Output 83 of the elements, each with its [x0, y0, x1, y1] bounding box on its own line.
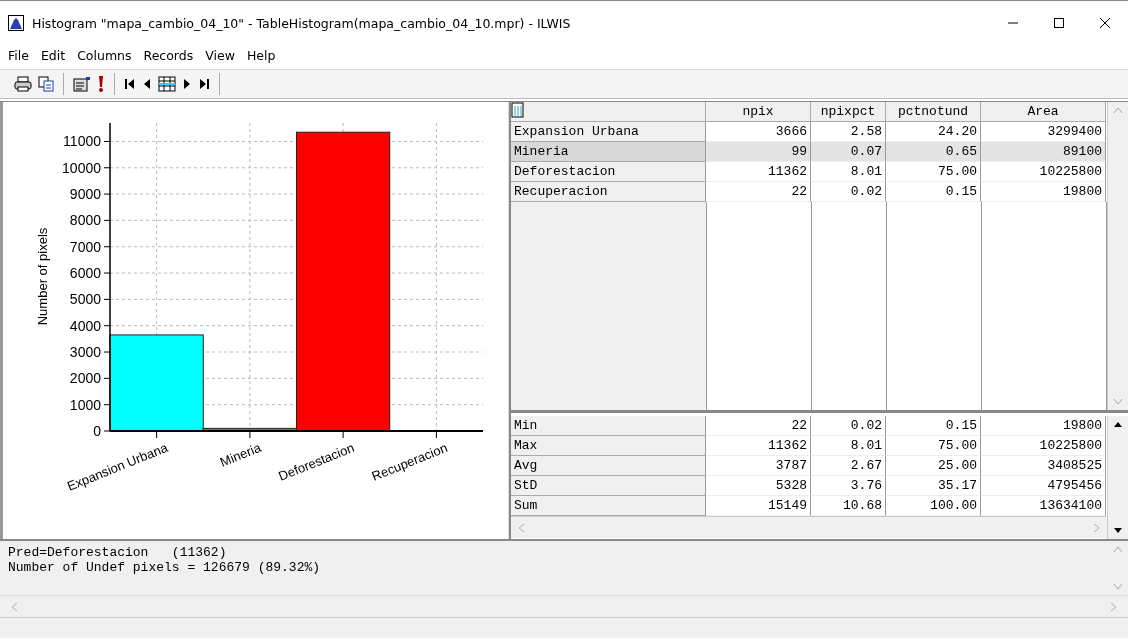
y-tick-label: 11000: [63, 133, 101, 150]
minimize-icon: [1008, 22, 1018, 24]
y-tick-label: 10000: [62, 159, 101, 176]
table-cell: 35.17: [886, 476, 981, 496]
properties-icon[interactable]: [73, 76, 91, 92]
maximize-icon: [1054, 18, 1064, 28]
info-text: Pred=Deforestacion (11362): [8, 545, 228, 560]
column-header[interactable]: npixpct: [811, 102, 886, 122]
horizontal-scrollbar[interactable]: [0, 595, 1128, 617]
table-cell: 0.02: [811, 416, 886, 436]
y-tick-label: 9000: [69, 186, 101, 203]
next-record-icon[interactable]: [182, 78, 192, 90]
table-cell: 3408525: [981, 456, 1106, 476]
menu-item[interactable]: View: [205, 47, 235, 63]
menu-item[interactable]: Edit: [40, 47, 66, 63]
menu-item[interactable]: Records: [143, 47, 194, 63]
first-record-icon[interactable]: [124, 78, 136, 90]
category-label: Mineria: [217, 439, 263, 470]
previous-record-icon[interactable]: [142, 78, 152, 90]
table-cell: 0.65: [886, 142, 981, 162]
table-cell: 0.15: [886, 416, 981, 436]
last-record-icon[interactable]: [198, 78, 210, 90]
table-cell: 8.01: [811, 162, 886, 182]
table-cell: 22: [706, 416, 811, 436]
table-cell: 11362: [706, 436, 811, 456]
table-cell: 25.00: [886, 456, 981, 476]
scroll-down-icon[interactable]: [1113, 526, 1123, 535]
y-tick-label: 1000: [69, 396, 101, 413]
menu-item[interactable]: File: [8, 47, 29, 63]
scroll-left-icon[interactable]: [10, 601, 19, 612]
y-tick-label: 5000: [69, 291, 101, 308]
horizontal-scrollbar[interactable]: [511, 516, 1107, 538]
info-text: Number of Undef pixels = 126679 (89.32%): [8, 560, 322, 575]
table-icon[interactable]: [158, 76, 176, 92]
column-header[interactable]: pctnotund: [886, 102, 981, 122]
table-cell: 3787: [706, 456, 811, 476]
window-title: Histogram "mapa_cambio_04_10" - TableHistogram(mapa_cambio_04_10.mpr) - ILWIS: [32, 15, 572, 31]
vertical-scrollbar[interactable]: [1107, 416, 1128, 539]
row-header[interactable]: Mineria: [511, 142, 706, 162]
row-header[interactable]: Recuperacion: [511, 182, 706, 202]
table-cell: 11362: [706, 162, 811, 182]
y-tick-label: 8000: [69, 212, 101, 229]
column-header[interactable]: npix: [706, 102, 811, 122]
scroll-left-icon[interactable]: [517, 522, 526, 533]
row-header[interactable]: Min: [511, 416, 706, 436]
row-header[interactable]: Expansion Urbana: [511, 122, 706, 142]
row-header[interactable]: Max: [511, 436, 706, 456]
table-cell: 89100: [981, 142, 1106, 162]
y-tick-label: 3000: [69, 344, 101, 361]
y-tick-label: 2000: [69, 370, 101, 387]
table-cell: 2.67: [811, 456, 886, 476]
row-header[interactable]: Avg: [511, 456, 706, 476]
table-cell: 3.76: [811, 476, 886, 496]
table-cell: 19800: [981, 416, 1106, 436]
exclamation-icon[interactable]: [97, 75, 105, 93]
table-cell: 99: [706, 142, 811, 162]
y-tick-label: 4000: [69, 317, 101, 334]
menu-item[interactable]: Help: [246, 47, 276, 63]
table-cell: 4795456: [981, 476, 1106, 496]
table-cell: 75.00: [886, 162, 981, 182]
table-cell: 0.07: [811, 142, 886, 162]
row-header[interactable]: Sum: [511, 496, 706, 516]
table-cell: 10225800: [981, 436, 1106, 456]
y-axis-title: Number of pixels: [35, 227, 50, 326]
table-cell: 5328: [706, 476, 811, 496]
menu-item[interactable]: Columns: [77, 47, 132, 63]
scroll-up-icon[interactable]: [1113, 420, 1123, 429]
close-icon: [1100, 18, 1110, 28]
table-cell: 10225800: [981, 162, 1106, 182]
column-header[interactable]: Area: [981, 102, 1106, 122]
scroll-right-icon[interactable]: [1092, 522, 1101, 533]
row-header[interactable]: StD: [511, 476, 706, 496]
histogram-icon: [8, 15, 24, 31]
copy-icon[interactable]: [38, 76, 54, 92]
table-icon: [511, 102, 525, 118]
row-header[interactable]: Deforestacion: [511, 162, 706, 182]
scroll-right-icon[interactable]: [1109, 601, 1118, 612]
table-cell: 8.01: [811, 436, 886, 456]
y-tick-label: 6000: [69, 265, 101, 282]
y-tick-label: 0: [93, 423, 101, 439]
y-tick-label: 7000: [69, 238, 101, 255]
printer-icon[interactable]: [14, 76, 32, 92]
table-cell: 75.00: [886, 436, 981, 456]
